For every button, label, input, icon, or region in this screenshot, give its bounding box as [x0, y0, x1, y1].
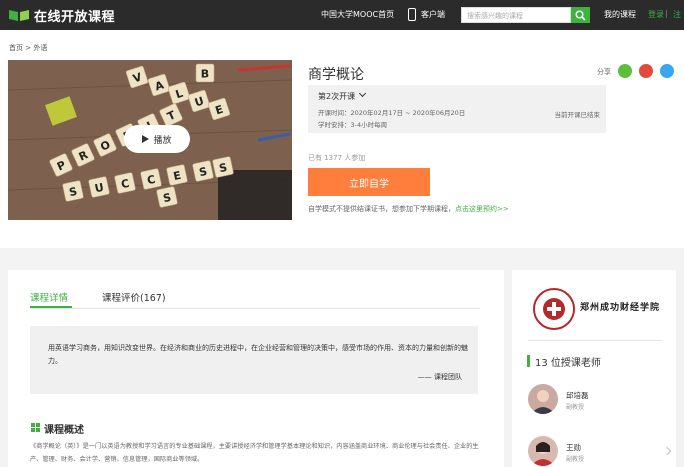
teacher-avatar[interactable] [528, 384, 558, 414]
breadcrumb[interactable]: 首页 > 外语 [9, 43, 47, 53]
keyboard-shape [218, 170, 292, 220]
session-status: 当前开课已结束 [554, 111, 601, 119]
svg-text:B: B [201, 68, 209, 81]
quote-signature: —— 课程团队 [417, 373, 462, 381]
site-logo-text[interactable]: 在线开放课程 [34, 6, 115, 25]
register-link[interactable]: 注 [673, 9, 681, 20]
top-nav: 在线开放课程 中国大学MOOC首页 客户端 搜索感兴趣的课程 我的课程 登录 |… [0, 0, 684, 30]
sidebar-divider [528, 340, 662, 341]
letter-tile: S [156, 186, 178, 208]
self-study-note: 自学模式不提供结课证书，想参加下学期课程，点击这里预约>> [308, 204, 509, 214]
overview-title: 课程概述 [44, 425, 84, 436]
school-emblem-icon[interactable] [533, 288, 575, 330]
session-load: 学时安排：3-4小时每周 [318, 121, 388, 129]
letter-tile: S [212, 156, 234, 178]
reserve-link[interactable]: 点击这里预约>> [455, 205, 509, 213]
search-icon [575, 10, 586, 21]
play-button-label: 播放 [153, 135, 172, 146]
tab-divider [30, 308, 480, 309]
nav-link-mooc-home[interactable]: 中国大学MOOC首页 [321, 9, 394, 20]
session-selector[interactable]: 第2次开课 [318, 91, 355, 102]
play-icon [142, 135, 150, 143]
teachers-title-bar [527, 355, 530, 367]
chevron-down-icon[interactable] [358, 89, 367, 98]
teacher-name[interactable]: 王勋 [566, 442, 581, 453]
quote-text: 用英语学习商务，用知识改变世界。在经济和商业的历史进程中，在企业经营和管理的决策… [48, 344, 468, 365]
letter-tile: C [140, 168, 162, 190]
phone-icon [408, 8, 416, 21]
login-link[interactable]: 登录 [648, 9, 664, 20]
enroll-count: 已有 1377 人参加 [308, 154, 366, 162]
play-button[interactable]: 播放 [124, 125, 190, 153]
letter-tile: E [166, 164, 188, 186]
teacher-title: 副教授 [566, 456, 585, 463]
session-time: 开课时间：2020年02月17日 ~ 2020年06月20日 [318, 109, 466, 117]
letter-tile: U [88, 176, 110, 198]
search-button[interactable] [571, 7, 590, 23]
teacher-title: 副教授 [566, 404, 585, 411]
school-name[interactable]: 郑州成功财经学院 [580, 300, 660, 313]
nav-separator: | [665, 9, 668, 18]
overview-text: 《商学概论（英）》是一门以英语为教授和学习语言的专业基础课程，主要讲授经济学和管… [30, 443, 479, 463]
course-title: 商学概论 [308, 67, 364, 83]
letter-tile: S [62, 180, 84, 202]
teachers-title: 13 位授课老师 [535, 358, 601, 369]
note-text: 自学模式不提供结课证书，想参加下学期课程， [308, 205, 455, 213]
join-course-button[interactable]: 立即自学 [308, 168, 430, 196]
my-courses-link[interactable]: 我的课程 [604, 9, 636, 20]
tab-course-details[interactable]: 课程详情 [30, 290, 68, 304]
letter-tile: C [114, 172, 136, 194]
teacher-name[interactable]: 邱培磊 [566, 390, 589, 401]
overview-grid-icon [31, 423, 40, 432]
active-tab-underline [30, 306, 72, 308]
letter-tile: B [195, 63, 215, 83]
session-info-box: 第2次开课 开课时间：2020年02月17日 ~ 2020年06月20日 学时安… [308, 85, 606, 133]
share-label: 分享 [597, 68, 611, 76]
wechat-share-icon[interactable] [618, 64, 632, 78]
qq-share-icon[interactable] [660, 64, 674, 78]
search-input[interactable]: 搜索感兴趣的课程 [461, 7, 571, 23]
weibo-share-icon[interactable] [639, 64, 653, 78]
tab-course-reviews[interactable]: 课程评价(167) [102, 290, 166, 304]
nav-link-client[interactable]: 客户端 [421, 9, 445, 20]
course-cover-video[interactable]: VALUEBPROFITSUCCESSS 播放 [8, 60, 292, 220]
course-quote: 用英语学习商务，用知识改变世界。在经济和商业的历史进程中，在企业经营和管理的决策… [30, 326, 478, 394]
teacher-avatar[interactable] [528, 436, 558, 466]
letter-tile: S [192, 160, 214, 182]
book-logo-icon [9, 10, 29, 21]
